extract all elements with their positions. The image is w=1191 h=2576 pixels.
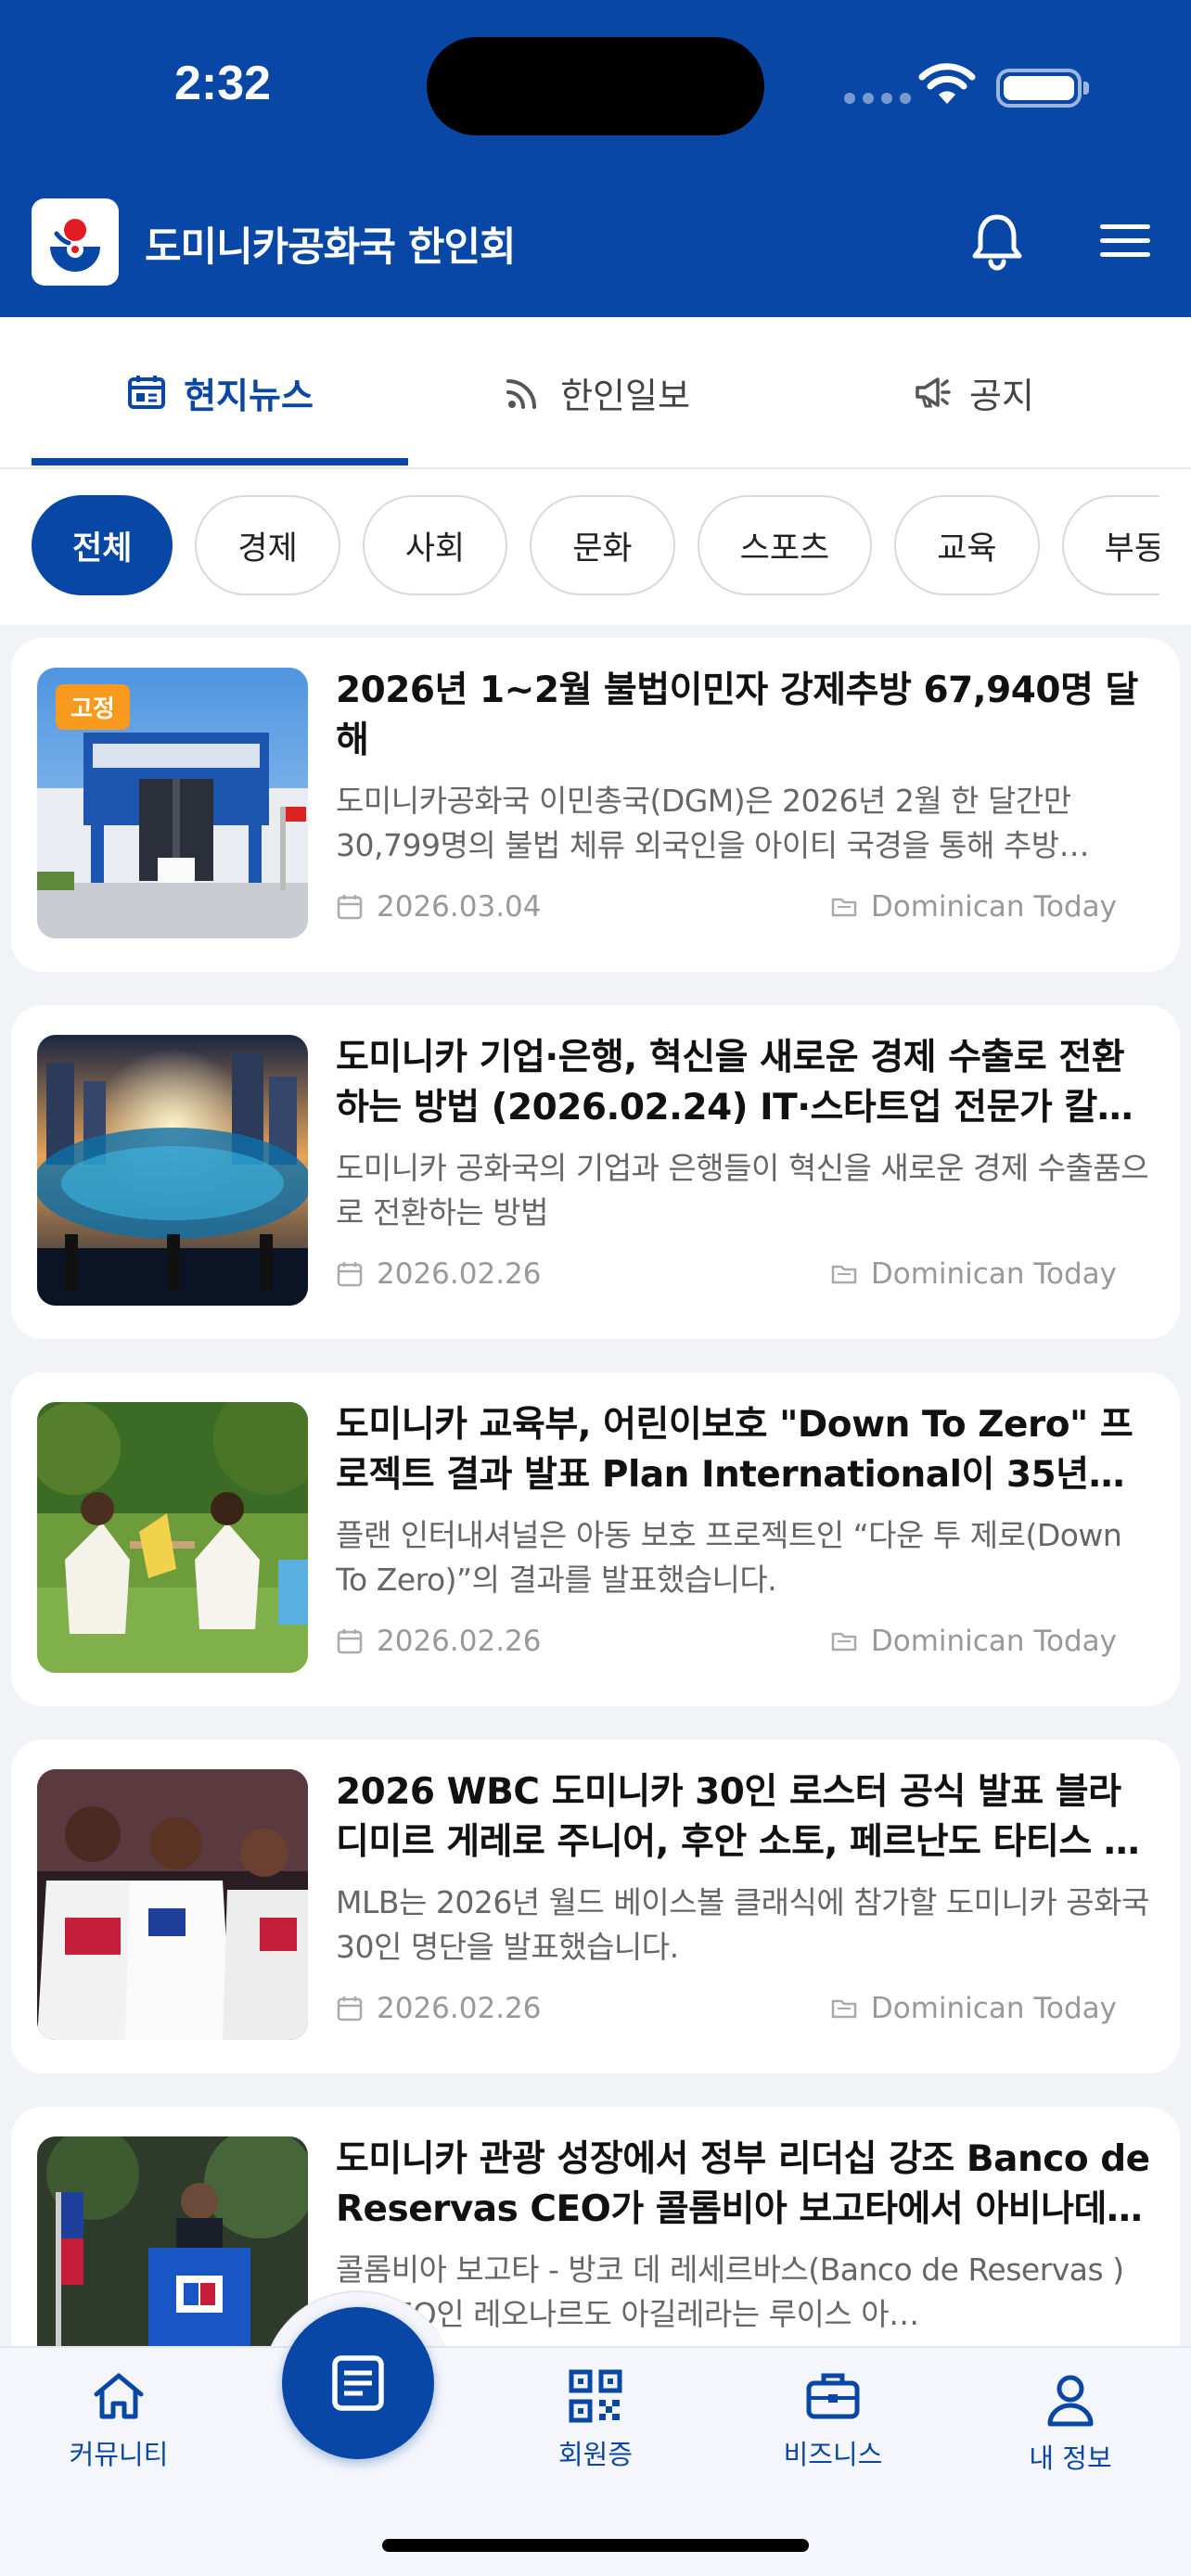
- news-date: 2026.03.04: [336, 890, 542, 924]
- rss-icon: [506, 379, 537, 409]
- news-source: Dominican Today: [830, 1625, 1117, 1658]
- calendar-icon: [337, 1629, 363, 1654]
- wifi-icon: [918, 63, 976, 104]
- news-title[interactable]: 2026 WBC 도미니카 30인 로스터 공식 발표 블라디미르 게레로 주니…: [336, 1767, 1152, 1868]
- news-summary: MLB는 2026년 월드 베이스볼 클래식에 참가할 도미니카 공화국 30인…: [336, 1884, 1149, 1965]
- chip-sports[interactable]: 스포츠: [697, 495, 873, 595]
- chip-real-estate[interactable]: 부동: [1061, 495, 1159, 595]
- user-icon: [1047, 2375, 1094, 2427]
- news-card[interactable]: 도미니카 관광 성장에서 정부 리더십 강조 Banco de Reservas…: [11, 2107, 1180, 2346]
- nav-community[interactable]: 커뮤니티: [26, 2366, 211, 2472]
- news-card[interactable]: 도미니카 기업·은행, 혁신을 새로운 경제 수출로 전환하는 방법 (2026…: [11, 1005, 1180, 1339]
- news-summary: 플랜 인터내셔널은 아동 보호 프로젝트인 “다운 투 제로(Down To Z…: [336, 1517, 1122, 1598]
- bell-icon[interactable]: [968, 211, 1026, 271]
- briefcase-icon: [806, 2373, 860, 2419]
- status-time: 2:32: [174, 57, 272, 110]
- chip-education[interactable]: 교육: [894, 495, 1040, 595]
- folder-icon: [831, 898, 857, 917]
- nav-my-info[interactable]: 내 정보: [978, 2370, 1163, 2476]
- news-date-text: 2026.02.26: [377, 1992, 542, 2025]
- news-date-text: 2026.02.26: [377, 1625, 542, 1658]
- news-summary: 도미니카 공화국의 기업과 은행들이 혁신을 새로운 경제 수출품으로 전환하는…: [336, 1150, 1149, 1231]
- battery-icon: [996, 69, 1089, 108]
- news-summary: 도미니카공화국 이민총국(DGM)은 2026년 2월 한 달간만 30,799…: [336, 783, 1090, 863]
- nav-label: 비즈니스: [783, 2439, 883, 2470]
- app-logo[interactable]: [32, 198, 119, 286]
- pinned-badge: 고정: [56, 684, 130, 730]
- category-filter-bar: 전체 경제 사회 문화 스포츠 교육 부동: [0, 469, 1191, 625]
- folder-icon: [831, 1632, 857, 1651]
- news-source-text: Dominican Today: [870, 890, 1117, 924]
- menu-icon[interactable]: [1098, 221, 1152, 261]
- tab-local-news[interactable]: 현지뉴스: [32, 317, 408, 467]
- news-source: Dominican Today: [830, 1992, 1117, 2025]
- home-indicator[interactable]: [382, 2539, 809, 2552]
- calendar-icon: [337, 1262, 363, 1287]
- folder-icon: [831, 1265, 857, 1284]
- news-date-text: 2026.02.26: [377, 1257, 542, 1291]
- main-tabs: 현지뉴스 한인일보 공지: [0, 317, 1191, 469]
- calendar-news-icon: [128, 376, 166, 409]
- news-title[interactable]: 도미니카 교육부, 어린이보호 "Down To Zero" 프로젝트 결과 발…: [336, 1400, 1152, 1500]
- news-date: 2026.02.26: [336, 1625, 542, 1658]
- news-source-text: Dominican Today: [870, 1625, 1117, 1658]
- news-card[interactable]: 고정 2026년 1~2월 불법이민자 강제추방 67,940명 달해 도미니카…: [11, 638, 1180, 972]
- calendar-icon: [337, 895, 363, 920]
- news-title[interactable]: 도미니카 관광 성장에서 정부 리더십 강조 Banco de Reservas…: [336, 2135, 1152, 2235]
- app-header: 2:32 도미니카공화국 한인회: [0, 0, 1191, 317]
- folder-icon: [831, 1999, 857, 2019]
- news-source: Dominican Today: [830, 890, 1117, 924]
- category-chips[interactable]: 전체 경제 사회 문화 스포츠 교육 부동: [32, 495, 1159, 597]
- chip-culture[interactable]: 문화: [530, 495, 675, 595]
- news-fab-button[interactable]: [282, 2307, 434, 2459]
- news-card[interactable]: 2026 WBC 도미니카 30인 로스터 공식 발표 블라디미르 게레로 주니…: [11, 1740, 1180, 2073]
- news-summary: 콜롬비아 보고타 - 방코 데 레세르바스(Banco de Reservas …: [336, 2251, 1124, 2332]
- news-source-text: Dominican Today: [870, 1257, 1117, 1291]
- news-source: Dominican Today: [830, 1257, 1117, 1291]
- tab-label: 한인일보: [560, 375, 690, 416]
- document-icon: [332, 2355, 384, 2411]
- news-thumbnail: [37, 1035, 308, 1306]
- megaphone-icon: [916, 377, 951, 408]
- news-date-text: 2026.03.04: [377, 890, 542, 924]
- news-thumbnail: [37, 1402, 308, 1673]
- news-thumbnail: 고정: [37, 668, 308, 938]
- news-title[interactable]: 2026년 1~2월 불법이민자 강제추방 67,940명 달해: [336, 666, 1152, 766]
- news-card[interactable]: 도미니카 교육부, 어린이보호 "Down To Zero" 프로젝트 결과 발…: [11, 1372, 1180, 1706]
- news-source-text: Dominican Today: [870, 1992, 1117, 2025]
- news-thumbnail: [37, 1769, 308, 2040]
- chip-society[interactable]: 사회: [362, 495, 508, 595]
- calendar-icon: [337, 1996, 363, 2021]
- tab-korean-daily[interactable]: 한인일보: [408, 317, 785, 467]
- nav-label: 커뮤니티: [69, 2439, 169, 2470]
- dynamic-island: [427, 37, 764, 135]
- nav-membership-card[interactable]: 회원증: [503, 2366, 688, 2472]
- home-icon: [94, 2373, 144, 2419]
- news-date: 2026.02.26: [336, 1992, 542, 2025]
- tab-label: 공지: [969, 375, 1034, 416]
- nav-label: 내 정보: [1029, 2442, 1112, 2474]
- nav-label: 회원증: [557, 2439, 634, 2470]
- app-title: 도미니카공화국 한인회: [145, 224, 517, 271]
- news-title[interactable]: 도미니카 기업·은행, 혁신을 새로운 경제 수출로 전환하는 방법 (2026…: [336, 1033, 1152, 1133]
- news-thumbnail: [37, 2136, 308, 2346]
- cellular-signal-icon: [844, 93, 911, 104]
- news-list[interactable]: 고정 2026년 1~2월 불법이민자 강제추방 67,940명 달해 도미니카…: [0, 625, 1191, 2346]
- nav-business[interactable]: 비즈니스: [740, 2366, 926, 2472]
- active-tab-indicator: [32, 458, 408, 465]
- chip-economy[interactable]: 경제: [195, 495, 340, 595]
- qr-code-icon: [569, 2369, 622, 2423]
- tab-label: 현지뉴스: [184, 375, 314, 416]
- tab-notice[interactable]: 공지: [785, 317, 1161, 467]
- chip-all[interactable]: 전체: [32, 495, 173, 595]
- news-date: 2026.02.26: [336, 1257, 542, 1291]
